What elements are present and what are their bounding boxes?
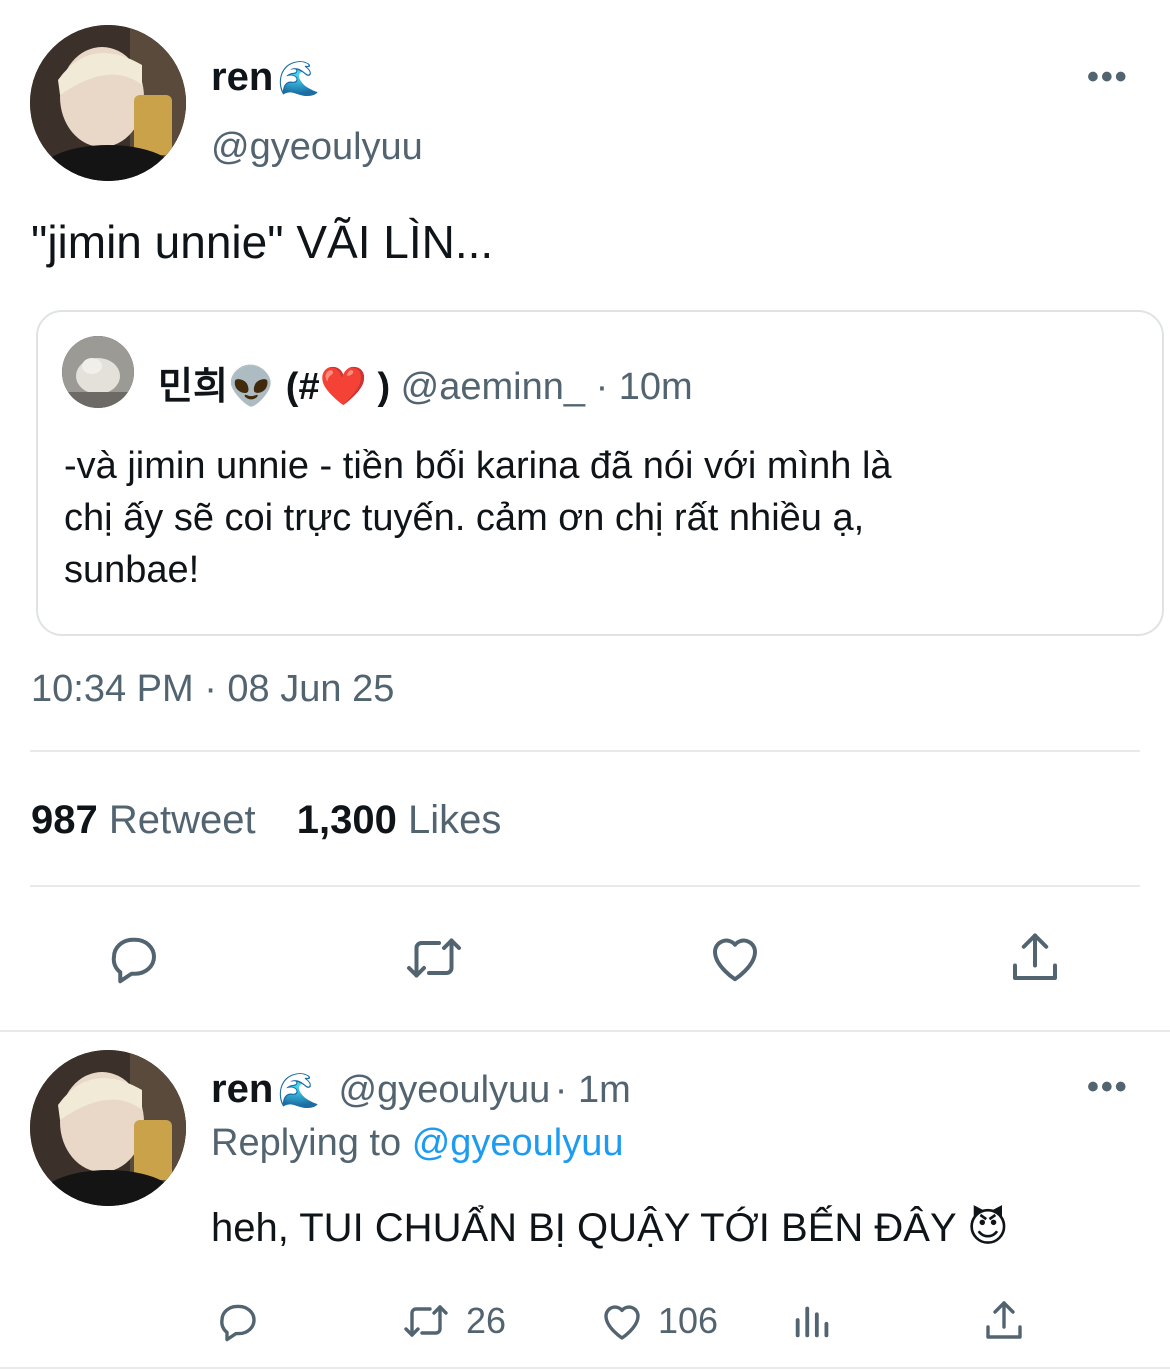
quoted-tweet-text-line: chị ấy sẽ coi trực tuyến. cảm ơn chị rất… <box>64 497 865 539</box>
reply-time: · 1m <box>554 1069 631 1111</box>
reply-retweet-count: 26 <box>466 1300 507 1341</box>
author-name[interactable]: ren <box>211 55 273 99</box>
share-icon[interactable] <box>980 1297 1028 1345</box>
divider <box>0 1367 1170 1369</box>
reply-more-options-icon[interactable]: ••• <box>1087 1068 1129 1107</box>
reply-author-avatar[interactable] <box>30 1050 186 1206</box>
reply-like-count: 106 <box>658 1300 719 1341</box>
quoted-author-name[interactable]: 민희👽 (#❤️ ) <box>158 366 390 408</box>
wave-emoji-icon: 🌊 <box>277 60 321 98</box>
analytics-icon[interactable] <box>790 1297 836 1343</box>
author-avatar[interactable] <box>30 25 186 181</box>
quoted-author-avatar[interactable] <box>62 336 134 408</box>
reply-author-name[interactable]: ren <box>211 1067 273 1111</box>
quoted-author-handle[interactable]: @aeminn_ <box>401 366 585 408</box>
likes-label: Likes <box>407 798 502 842</box>
like-icon[interactable] <box>705 928 765 988</box>
author-handle[interactable]: @gyeoulyuu <box>211 126 423 169</box>
share-icon[interactable] <box>1005 928 1065 988</box>
replying-to-label: Replying to <box>211 1122 402 1164</box>
quoted-tweet-text-line: -và jimin unnie - tiền bối karina đã nói… <box>64 445 892 487</box>
likes-count: 1,300 <box>296 798 397 842</box>
tweet-text: "jimin unnie" VÃI LÌN... <box>31 216 494 268</box>
divider <box>30 885 1140 887</box>
divider <box>0 1030 1170 1032</box>
divider <box>30 750 1140 752</box>
reply-author-handle[interactable]: @gyeoulyuu <box>339 1069 551 1111</box>
quoted-tweet-time: · 10m <box>595 366 693 408</box>
quoted-tweet-text-line: sunbae! <box>64 549 200 591</box>
retweet-stat[interactable]: 987 Retweet <box>31 798 267 842</box>
replying-to-handle-link[interactable]: @gyeoulyuu <box>412 1122 624 1164</box>
reply-icon[interactable] <box>104 928 164 988</box>
tweet-timestamp[interactable]: 10:34 PM · 08 Jun 25 <box>31 668 394 711</box>
retweet-label: Retweet <box>108 798 256 842</box>
retweet-count: 987 <box>31 798 98 842</box>
more-options-icon[interactable]: ••• <box>1087 58 1129 97</box>
like-icon[interactable] <box>597 1297 647 1345</box>
retweet-icon[interactable] <box>400 1297 452 1345</box>
wave-emoji-icon: 🌊 <box>277 1072 321 1110</box>
reply-text: heh, TUI CHUẨN BỊ QUẬY TỚI BẾN ĐÂY 😈 <box>211 1206 1009 1250</box>
likes-stat[interactable]: 1,300 Likes <box>297 798 502 842</box>
reply-icon[interactable] <box>214 1297 262 1345</box>
retweet-icon[interactable] <box>402 928 466 988</box>
